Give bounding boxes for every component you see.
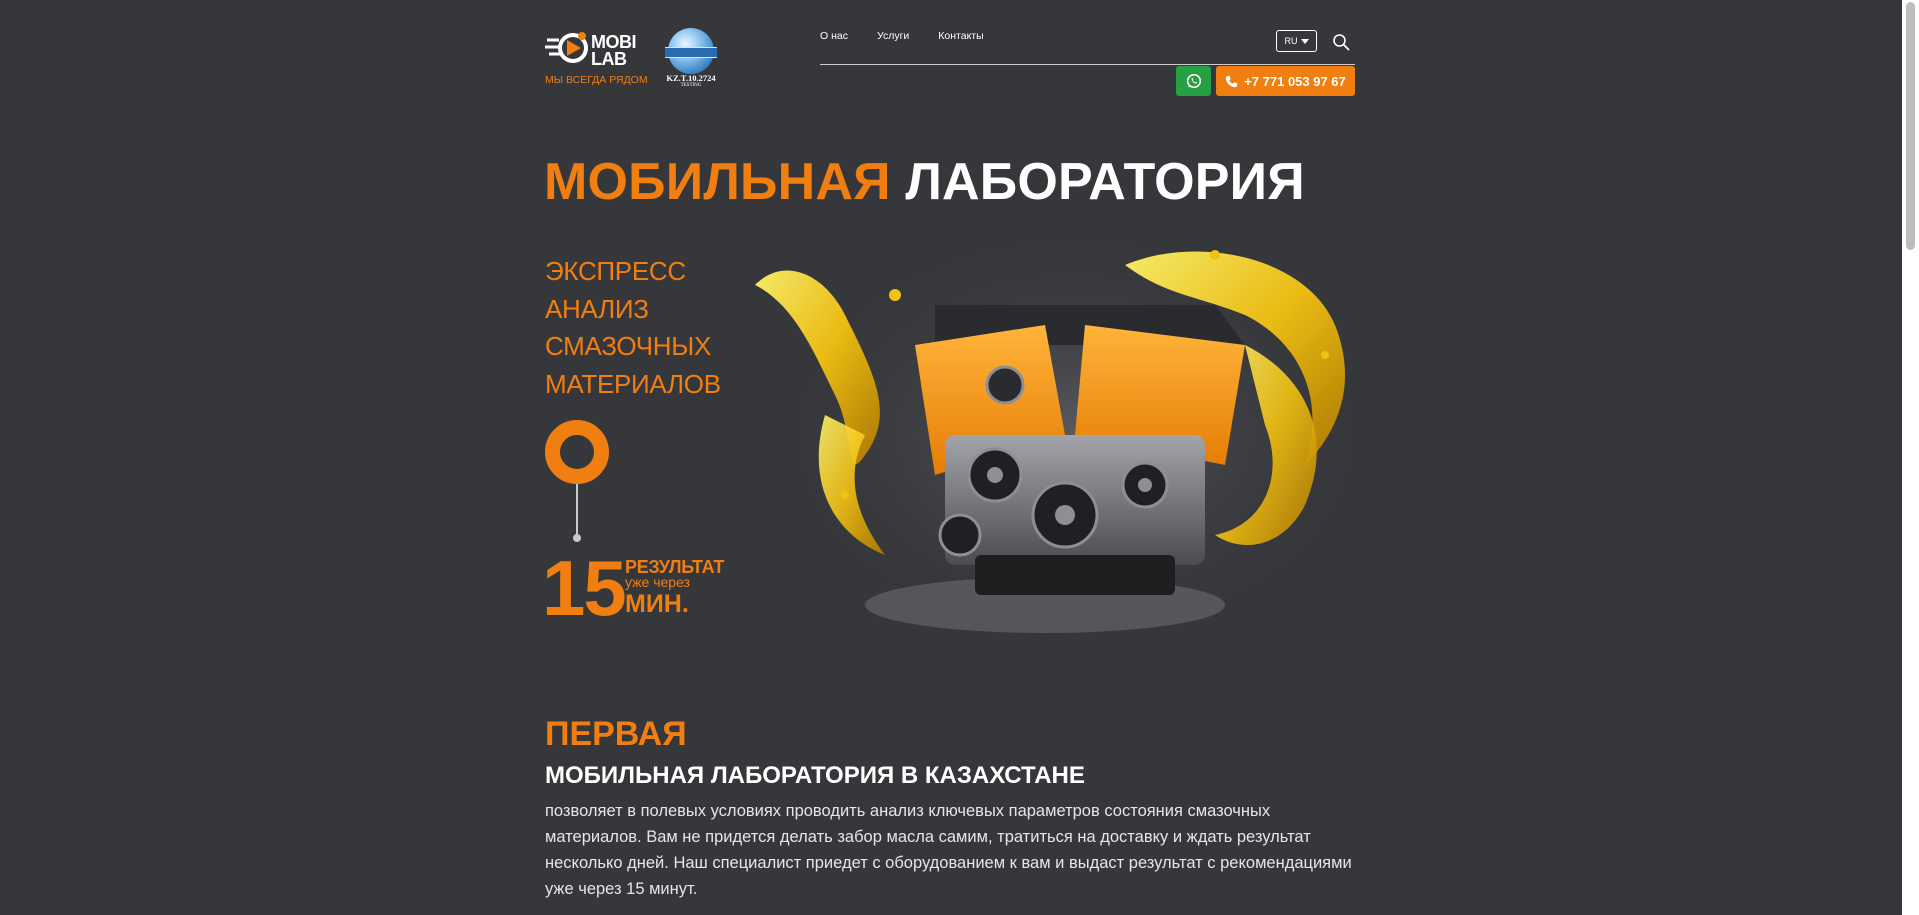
nav-contacts[interactable]: Контакты: [938, 30, 983, 42]
nav-divider: [820, 64, 1355, 65]
timeline-dot: [573, 534, 581, 542]
page: MOBI LAB МЫ ВСЕГДА РЯДОМ KZ.T.10.2724 TE…: [0, 0, 1919, 915]
phone-icon: [1226, 75, 1238, 87]
language-value: RU: [1284, 36, 1298, 46]
logo-text: MOBI LAB: [591, 32, 637, 69]
hero-title-orange: МОБИЛЬНАЯ: [544, 153, 891, 211]
hero-title: МОБИЛЬНАЯ ЛАБОРАТОРИЯ: [544, 156, 1305, 208]
certification-badge: KZ.T.10.2724 TESTING: [663, 28, 719, 88]
language-select[interactable]: RU: [1276, 30, 1317, 52]
nav-services[interactable]: Услуги: [877, 30, 909, 42]
result-unit: МИН.: [625, 590, 689, 618]
phone-button[interactable]: +7 771 053 97 67: [1216, 66, 1355, 96]
logo-mark-icon: [545, 32, 588, 63]
phone-number: +7 771 053 97 67: [1244, 73, 1346, 89]
hero-subtitle: ЭКСПРЕСС АНАЛИЗ СМАЗОЧНЫХ МАТЕРИАЛОВ: [545, 253, 721, 403]
tagline: МЫ ВСЕГДА РЯДОМ: [545, 74, 648, 86]
nav-about[interactable]: О нас: [820, 30, 848, 42]
cert-band: [665, 47, 717, 58]
scrollbar-thumb[interactable]: [1906, 2, 1915, 250]
cert-code: KZ.T.10.2724: [666, 73, 716, 83]
result-sub: уже через: [625, 574, 690, 590]
hero-subtitle-line: СМАЗОЧНЫХ: [545, 331, 712, 361]
search-icon[interactable]: [1332, 33, 1350, 51]
vertical-scrollbar[interactable]: [1902, 0, 1919, 915]
hero-subtitle-line: ЭКСПРЕСС: [545, 256, 686, 286]
timeline-line: [576, 484, 578, 536]
whatsapp-icon: [1186, 73, 1201, 89]
hero-subtitle-line: АНАЛИЗ: [545, 293, 649, 324]
hero-title-white: ЛАБОРАТОРИЯ: [905, 153, 1305, 211]
engine-oil-splash-image: [755, 235, 1365, 645]
result-number: 15: [542, 544, 627, 632]
ring-icon: [545, 420, 609, 484]
chevron-down-icon: [1300, 38, 1309, 44]
intro-text: позволяет в полевых условиях проводить а…: [545, 802, 1352, 898]
whatsapp-button[interactable]: [1176, 66, 1211, 96]
intro-heading: ПЕРВАЯ: [545, 715, 687, 753]
intro-subheading: МОБИЛЬНАЯ ЛАБОРАТОРИЯ В КАЗАХСТАНЕ: [545, 762, 1085, 789]
main-nav: О нас Услуги Контакты: [820, 30, 984, 42]
cert-sub: TESTING: [680, 83, 702, 88]
hero-subtitle-line: МАТЕРИАЛОВ: [545, 368, 721, 399]
